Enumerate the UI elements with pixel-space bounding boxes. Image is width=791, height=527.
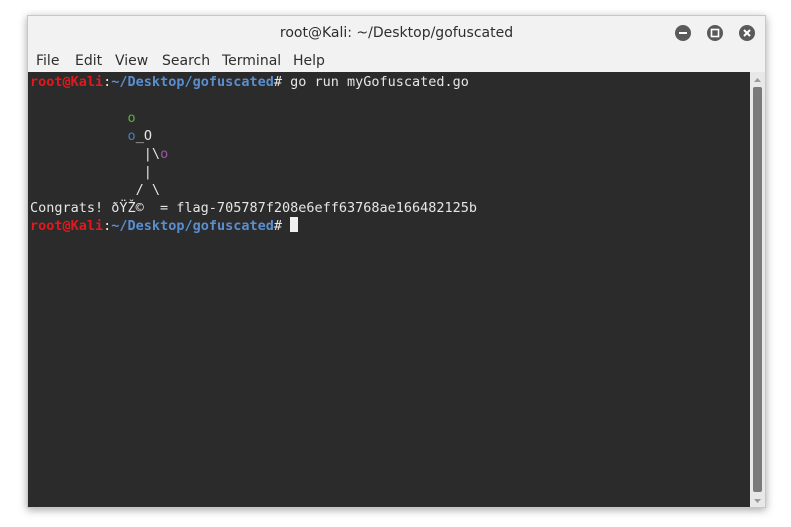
art-line-3: |\o	[30, 145, 168, 163]
prompt-path: ~/Desktop/gofuscated	[111, 218, 274, 234]
art-body: |	[143, 164, 152, 180]
art-head: _O	[135, 128, 152, 144]
command-text: go run myGofuscated.go	[282, 74, 469, 90]
scrollbar[interactable]	[750, 72, 765, 507]
window-title: root@Kali: ~/Desktop/gofuscated	[279, 25, 514, 41]
art-legs: / \	[135, 182, 161, 198]
art-line-4: |	[30, 163, 152, 181]
scroll-up-button[interactable]	[750, 72, 765, 86]
art-line-2: o_O	[30, 127, 152, 145]
maximize-icon	[710, 28, 720, 38]
prompt-hash: #	[273, 74, 282, 90]
art-o-purple: o	[160, 146, 169, 162]
minimize-button[interactable]	[675, 25, 691, 41]
menu-file[interactable]: File	[36, 50, 59, 72]
terminal-window: root@Kali: ~/Desktop/gofuscated File Edi…	[27, 15, 766, 508]
terminal-output[interactable]: root@Kali:~/Desktop/gofuscated# go run m…	[28, 72, 750, 507]
title-bar[interactable]: root@Kali: ~/Desktop/gofuscated	[28, 16, 765, 50]
close-icon	[743, 29, 751, 37]
menu-bar: File Edit View Search Terminal Help	[28, 50, 765, 72]
menu-search[interactable]: Search	[162, 50, 210, 72]
art-arm: |\	[143, 146, 161, 162]
art-o-blue: o	[127, 128, 136, 144]
output-line: Congrats! ðŸŽ© = flag-705787f208e6eff637…	[30, 200, 478, 216]
scrollbar-thumb[interactable]	[753, 87, 762, 492]
art-line-1: o	[30, 109, 136, 127]
art-o-green: o	[127, 110, 136, 126]
text-cursor	[290, 217, 298, 232]
chevron-up-icon	[754, 78, 761, 82]
prompt-path: ~/Desktop/gofuscated	[111, 74, 274, 90]
chevron-down-icon	[754, 499, 761, 503]
menu-view[interactable]: View	[115, 50, 148, 72]
command-line: root@Kali:~/Desktop/gofuscated# go run m…	[30, 73, 469, 91]
prompt-line: root@Kali:~/Desktop/gofuscated#	[30, 217, 298, 235]
prompt-user: root@Kali	[30, 74, 104, 90]
maximize-button[interactable]	[707, 25, 723, 41]
minimize-icon	[679, 32, 687, 34]
close-button[interactable]	[739, 25, 755, 41]
prompt-hash: #	[273, 218, 282, 234]
prompt-user: root@Kali	[30, 218, 104, 234]
scroll-down-button[interactable]	[750, 493, 765, 507]
menu-terminal[interactable]: Terminal	[222, 50, 281, 72]
menu-help[interactable]: Help	[293, 50, 325, 72]
art-line-5: / \	[30, 181, 160, 199]
menu-edit[interactable]: Edit	[75, 50, 102, 72]
